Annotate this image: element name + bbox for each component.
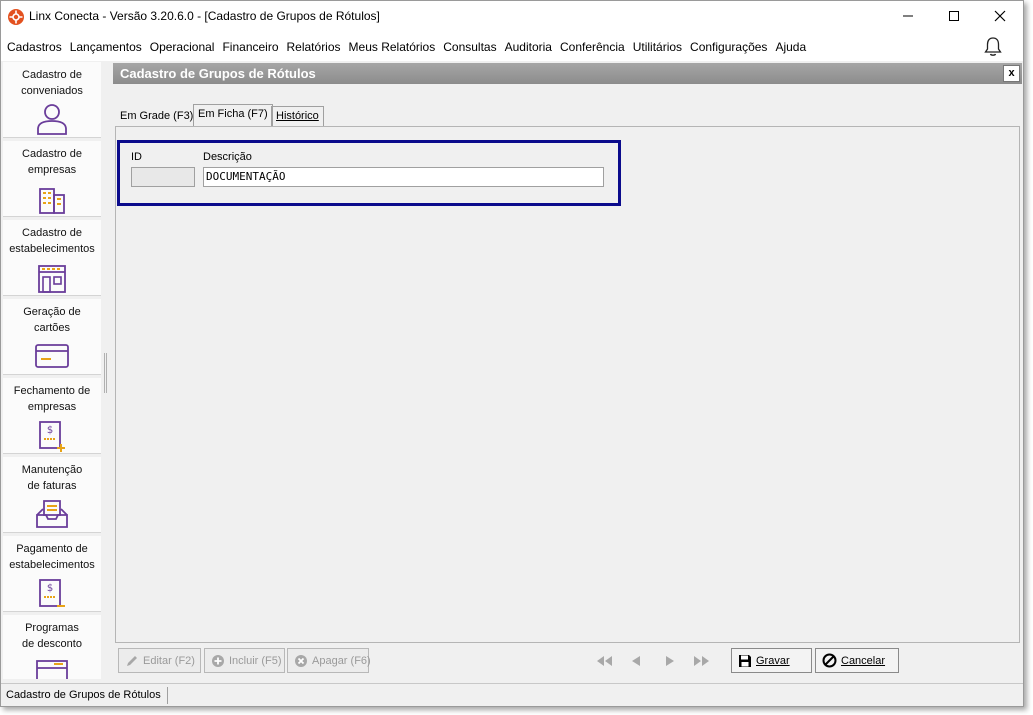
- maximize-button[interactable]: [931, 1, 977, 31]
- menu-bar: Cadastros Lançamentos Operacional Financ…: [1, 32, 1023, 61]
- sidebar-item-label: Manutenção: [21, 464, 83, 476]
- cancel-label: Cancelar: [841, 654, 886, 667]
- x-circle-icon: [294, 654, 308, 668]
- fields-highlight-box: ID Descrição DOCUMENTAÇÃO: [117, 140, 621, 206]
- plus-circle-icon: [211, 654, 225, 668]
- sidebar-item-empresas[interactable]: Cadastro de empresas: [3, 141, 101, 217]
- sidebar-item-label: cartões: [33, 322, 71, 334]
- menu-configuracoes[interactable]: Configurações: [686, 40, 771, 54]
- menu-ajuda[interactable]: Ajuda: [771, 40, 810, 54]
- close-form-button[interactable]: x: [1003, 65, 1020, 82]
- card-icon: [35, 344, 69, 368]
- cancel-button[interactable]: Cancelar: [815, 648, 899, 673]
- last-icon[interactable]: [693, 653, 711, 669]
- sidebar-item-label: empresas: [27, 164, 77, 176]
- menu-consultas[interactable]: Consultas: [439, 40, 500, 54]
- delete-button[interactable]: Apagar (F6): [287, 648, 371, 673]
- add-label: Incluir (F5): [229, 654, 282, 667]
- delete-label: Apagar (F6): [312, 654, 371, 667]
- sidebar-item-label: estabelecimentos: [9, 559, 95, 571]
- minimize-icon: [903, 15, 913, 17]
- descricao-field[interactable]: DOCUMENTAÇÃO: [203, 167, 604, 187]
- tab-em-grade[interactable]: Em Grade (F3): [115, 106, 198, 126]
- next-icon[interactable]: [661, 653, 679, 669]
- sidebar-item-conveniados[interactable]: Cadastro de conveniados: [3, 62, 101, 138]
- first-icon[interactable]: [595, 653, 613, 669]
- bell-icon[interactable]: [983, 36, 1003, 58]
- sidebar-item-faturas[interactable]: Manutenção de faturas: [3, 457, 101, 533]
- menu-financeiro[interactable]: Financeiro: [218, 40, 282, 54]
- menu-lancamentos[interactable]: Lançamentos: [66, 40, 146, 54]
- sidebar-item-estabelecimentos[interactable]: Cadastro de estabelecimentos: [3, 220, 101, 296]
- edit-button[interactable]: Editar (F2): [118, 648, 201, 673]
- status-text: Cadastro de Grupos de Rótulos: [6, 689, 161, 701]
- form-title: Cadastro de Grupos de Rótulos: [120, 66, 316, 81]
- menu-relatorios[interactable]: Relatórios: [283, 40, 345, 54]
- sidebar-item-label: estabelecimentos: [9, 243, 95, 255]
- pencil-icon: [125, 654, 139, 668]
- sidebar-item-label: Pagamento de: [16, 543, 88, 555]
- invoice-add-icon: $: [39, 421, 65, 452]
- tab-historico[interactable]: Histórico: [271, 106, 324, 126]
- sidebar-item-label: conveniados: [21, 85, 83, 97]
- tab-em-ficha[interactable]: Em Ficha (F7): [193, 104, 273, 127]
- form-header: Cadastro de Grupos de Rótulos x: [113, 63, 1022, 84]
- menu-conferencia[interactable]: Conferência: [556, 40, 629, 54]
- sidebar-item-label: Fechamento de: [13, 385, 91, 397]
- sidebar-item-label: Programas: [25, 622, 79, 634]
- id-field[interactable]: [131, 167, 195, 187]
- menu-cadastros[interactable]: Cadastros: [3, 40, 66, 54]
- sidebar-item-label: empresas: [27, 401, 77, 413]
- minimize-button[interactable]: [885, 1, 931, 31]
- menu-auditoria[interactable]: Auditoria: [501, 40, 556, 54]
- save-label: Gravar: [756, 654, 790, 667]
- menu-utilitarios[interactable]: Utilitários: [629, 40, 686, 54]
- close-icon: [994, 10, 1006, 22]
- cancel-circle-icon: [822, 653, 837, 668]
- sidebar-item-cartoes[interactable]: Geração de cartões: [3, 299, 101, 375]
- building-icon: [39, 188, 65, 214]
- menu-operacional[interactable]: Operacional: [146, 40, 219, 54]
- sidebar-item-label: Cadastro de: [22, 148, 82, 160]
- svg-text:$: $: [47, 583, 53, 594]
- app-window: Linx Conecta - Versão 3.20.6.0 - [Cadast…: [0, 0, 1024, 707]
- sidebar-item-label: Cadastro de: [22, 69, 82, 81]
- sidebar-item-programas[interactable]: Programas de desconto: [3, 615, 101, 679]
- sidebar-item-label: Geração de: [23, 306, 81, 318]
- edit-label: Editar (F2): [143, 654, 195, 667]
- close-window-button[interactable]: [977, 1, 1023, 31]
- bottom-toolbar: Editar (F2) Incluir (F5) Apagar (F6) Gra…: [115, 647, 1020, 675]
- floppy-disk-icon: [738, 654, 752, 668]
- inbox-tray-icon: [36, 500, 68, 528]
- window-title: Linx Conecta - Versão 3.20.6.0 - [Cadast…: [29, 9, 380, 23]
- user-icon: [37, 104, 67, 135]
- invoice-remove-icon: $: [39, 579, 65, 607]
- menu-meus-relatorios[interactable]: Meus Relatórios: [345, 40, 440, 54]
- sidebar-splitter[interactable]: [104, 353, 107, 393]
- calendar-icon: [36, 660, 68, 679]
- sidebar-item-label: de desconto: [22, 638, 82, 650]
- maximize-icon: [949, 11, 959, 21]
- status-bar: Cadastro de Grupos de Rótulos: [1, 683, 1023, 706]
- svg-text:$: $: [47, 425, 53, 436]
- sidebar-item-fechamento[interactable]: Fechamento de empresas $: [3, 378, 101, 454]
- sidebar-item-label: Cadastro de: [22, 227, 82, 239]
- save-button[interactable]: Gravar: [731, 648, 812, 673]
- store-icon: [38, 265, 66, 293]
- status-divider: [167, 687, 168, 704]
- sidebar: Cadastro de conveniados Cadastro de empres…: [3, 62, 101, 679]
- linx-logo-icon: [8, 9, 24, 25]
- sidebar-item-pagamento[interactable]: Pagamento de estabelecimentos $: [3, 536, 101, 612]
- prev-icon[interactable]: [627, 653, 645, 669]
- id-label: ID: [131, 151, 142, 163]
- sidebar-item-label: de faturas: [27, 480, 77, 492]
- descricao-label: Descrição: [203, 151, 252, 163]
- add-button[interactable]: Incluir (F5): [204, 648, 285, 673]
- title-bar: Linx Conecta - Versão 3.20.6.0 - [Cadast…: [1, 1, 1023, 32]
